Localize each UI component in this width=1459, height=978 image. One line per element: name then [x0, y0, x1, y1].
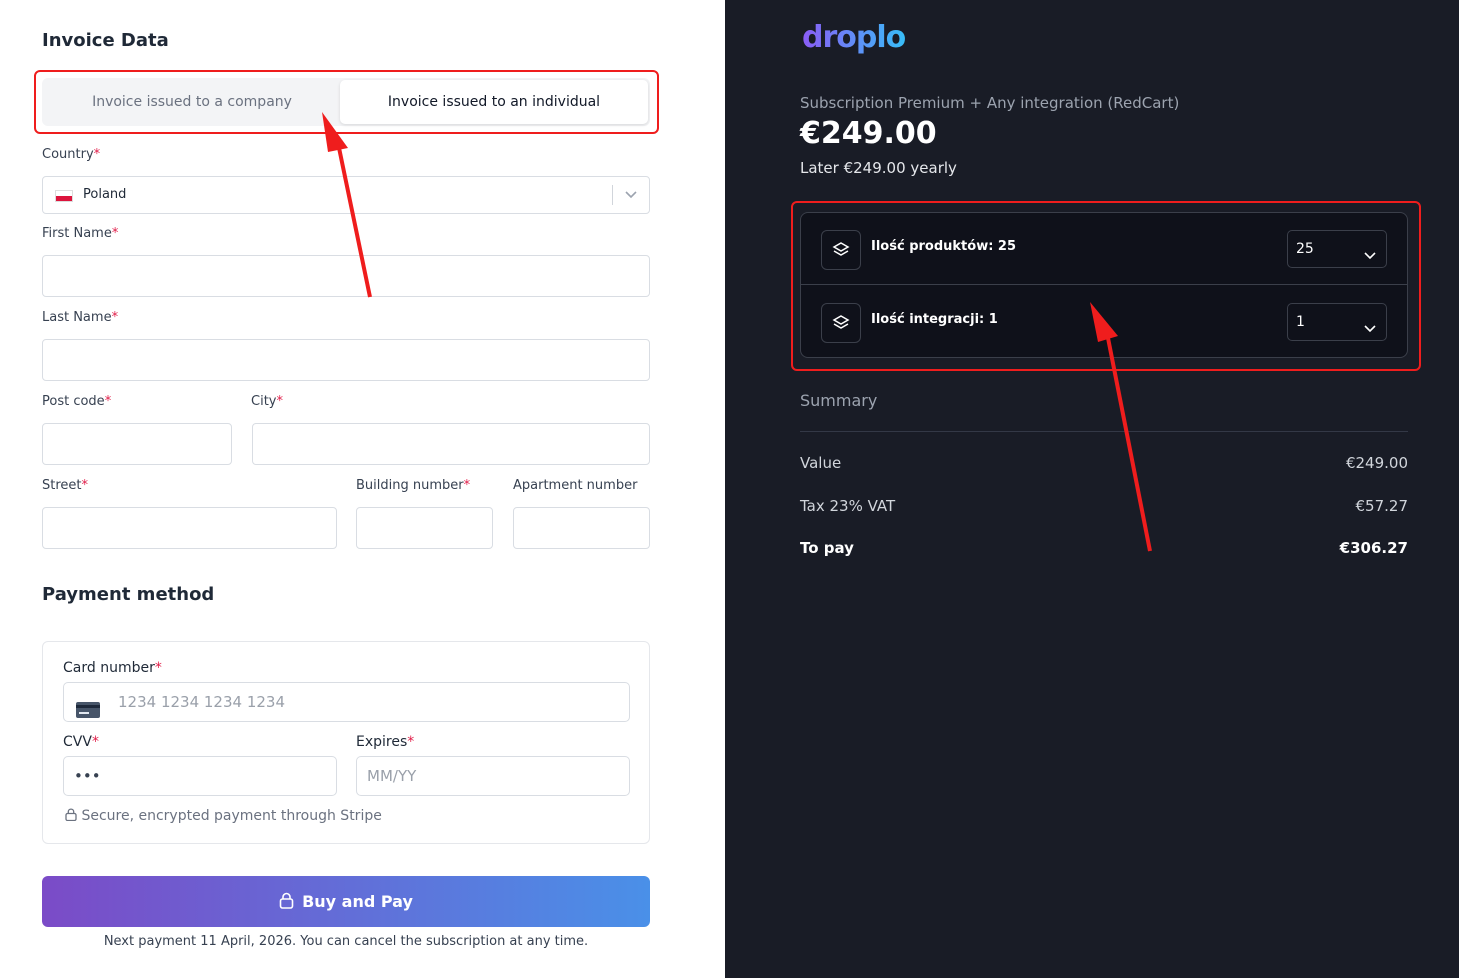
apartment-number-input[interactable] — [513, 507, 650, 549]
city-input[interactable] — [252, 423, 650, 465]
price: €249.00 — [800, 116, 937, 151]
summary-value: €249.00 — [1345, 454, 1408, 472]
summary-label: To pay — [800, 539, 854, 557]
street-label: Street* — [42, 478, 89, 493]
buy-and-pay-label: Buy and Pay — [302, 892, 413, 911]
credit-card-icon — [76, 694, 100, 732]
invoice-panel: Invoice Data Invoice issued to a company… — [0, 0, 725, 978]
expires-input[interactable]: MM/YY — [356, 756, 630, 796]
lock-icon — [279, 878, 294, 929]
country-label: Country* — [42, 147, 101, 162]
street-input[interactable] — [42, 507, 337, 549]
payment-title: Payment method — [42, 584, 215, 605]
apartment-number-label: Apartment number — [513, 478, 638, 493]
building-number-input[interactable] — [356, 507, 493, 549]
city-label: City* — [251, 394, 283, 409]
building-number-label: Building number* — [356, 478, 471, 493]
expires-label: Expires* — [356, 734, 415, 750]
poland-flag-icon — [55, 190, 73, 202]
card-number-input[interactable]: 1234 1234 1234 1234 — [63, 682, 630, 722]
summary-label: Tax 23% VAT — [800, 497, 896, 515]
post-code-label: Post code* — [42, 394, 112, 409]
later-price: Later €249.00 yearly — [800, 159, 957, 177]
card-number-label: Card number* — [63, 660, 162, 676]
summary-label: Value — [800, 454, 842, 472]
summary-value: €306.27 — [1339, 539, 1408, 557]
cvv-label: CVV* — [63, 734, 99, 750]
annotation-arrow-right — [1090, 302, 1152, 552]
subscription-name: Subscription Premium + Any integration (… — [800, 94, 1180, 112]
first-name-label: First Name* — [42, 226, 119, 241]
country-value: Poland — [83, 187, 127, 202]
cvv-input[interactable]: ••• — [63, 756, 337, 796]
payment-card: Card number* 1234 1234 1234 1234 CVV* ••… — [42, 641, 650, 844]
last-name-label: Last Name* — [42, 310, 119, 325]
card-number-placeholder: 1234 1234 1234 1234 — [118, 693, 285, 711]
secure-note: Secure, encrypted payment through Stripe — [65, 808, 382, 825]
last-name-input[interactable] — [42, 339, 650, 381]
next-payment-note: Next payment 11 April, 2026. You can can… — [103, 934, 589, 949]
post-code-input[interactable] — [42, 423, 232, 465]
summary-title: Summary — [800, 391, 878, 410]
lock-icon — [65, 808, 77, 825]
summary-value: €57.27 — [1355, 497, 1409, 515]
droplo-logo: droplo — [802, 20, 906, 55]
chevron-down-icon — [623, 186, 639, 206]
annotation-arrow-left — [322, 112, 372, 298]
buy-and-pay-button[interactable]: Buy and Pay — [42, 876, 650, 927]
select-divider — [612, 185, 613, 205]
invoice-title: Invoice Data — [42, 30, 169, 51]
